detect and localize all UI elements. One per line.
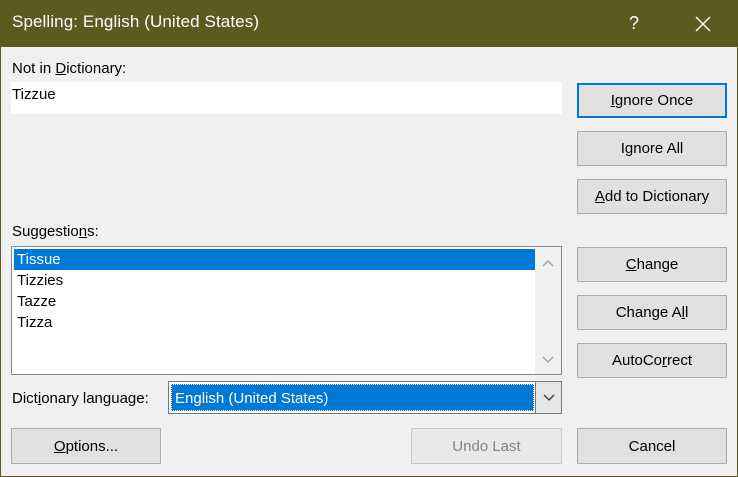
change-all-button[interactable]: Change All <box>577 295 727 330</box>
undo-last-button[interactable]: Undo Last <box>411 428 562 464</box>
dropdown-arrow-button[interactable] <box>535 382 561 413</box>
dictionary-language-label: Dictionary language: <box>12 390 149 407</box>
ignore-once-button[interactable]: Ignore Once <box>577 83 727 118</box>
window-title: Spelling: English (United States) <box>12 12 260 31</box>
not-in-dictionary-field[interactable]: Tizzue <box>11 82 562 114</box>
change-button[interactable]: Change <box>577 247 727 282</box>
misspelled-word: Tizzue <box>12 86 56 103</box>
close-button[interactable] <box>680 0 726 47</box>
options-button[interactable]: Options... <box>11 428 161 464</box>
suggestion-item[interactable]: Tizza <box>14 312 535 333</box>
chevron-up-icon <box>542 260 554 267</box>
scroll-down-button[interactable] <box>535 350 561 370</box>
suggestions-list[interactable]: Tissue Tizzies Tazze Tizza <box>11 246 562 375</box>
add-to-dictionary-button[interactable]: Add to Dictionary <box>577 179 727 214</box>
chevron-down-icon <box>543 394 554 401</box>
title-bar: Spelling: English (United States) ? <box>0 0 738 47</box>
suggestions-scrollbar[interactable] <box>535 247 561 374</box>
help-button[interactable]: ? <box>612 0 656 47</box>
suggestion-item[interactable]: Tissue <box>14 249 535 270</box>
dictionary-language-select[interactable]: English (United States) <box>168 381 562 414</box>
autocorrect-button[interactable]: AutoCo r rect <box>577 343 727 378</box>
dictionary-language-value: English (United States) <box>171 384 534 411</box>
ignore-all-button[interactable]: Ig nore All <box>577 131 727 166</box>
close-icon <box>695 16 711 31</box>
suggestions-label: Suggestions: <box>12 223 99 240</box>
suggestion-item[interactable]: Tizzies <box>14 270 535 291</box>
chevron-down-icon <box>542 356 554 363</box>
not-in-dictionary-label: Not in Dictionary: <box>12 60 127 77</box>
cancel-button[interactable]: Cancel <box>577 428 727 464</box>
scroll-up-button[interactable] <box>535 253 561 273</box>
suggestion-item[interactable]: Tazze <box>14 291 535 312</box>
